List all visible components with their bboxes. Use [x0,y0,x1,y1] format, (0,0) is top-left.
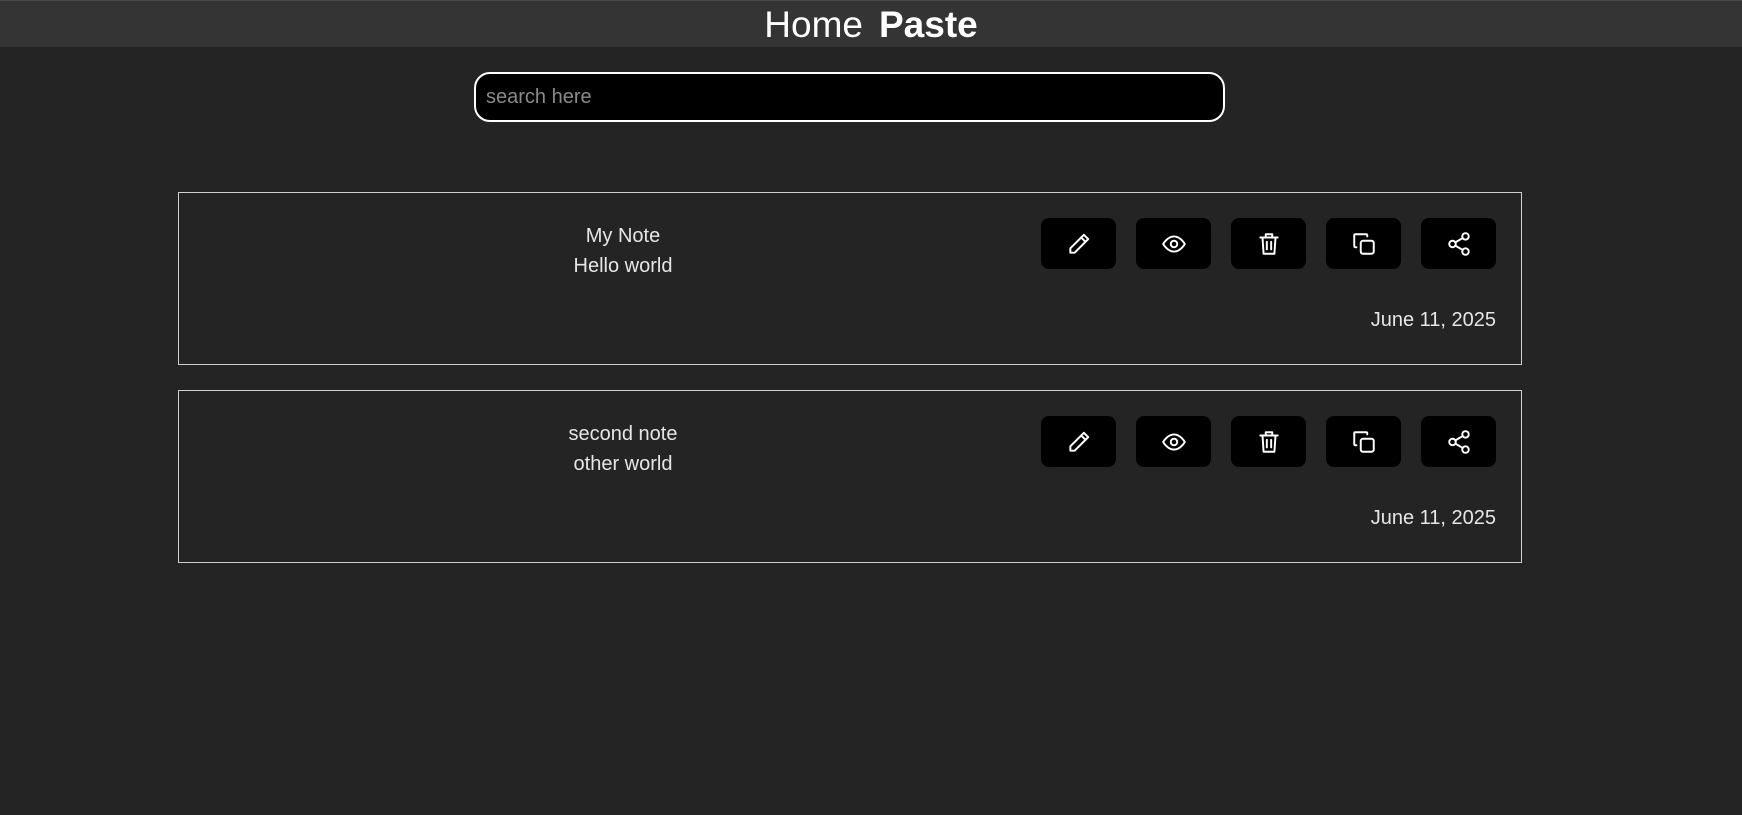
pencil-icon [1068,233,1089,254]
nav-home-link[interactable]: Home [764,1,863,48]
copy-icon [1352,232,1375,255]
note-card: second note other world June 11, 2025 [178,390,1522,563]
view-button[interactable] [1136,416,1211,467]
top-navbar: Home Paste [0,0,1742,47]
note-text: second note other world [179,419,1067,479]
edit-button[interactable] [1041,218,1116,269]
note-date: June 11, 2025 [1370,309,1496,331]
search-container [474,72,1225,122]
delete-button[interactable] [1231,218,1306,269]
search-input[interactable] [474,72,1225,122]
note-content: Hello world [573,255,673,277]
edit-button[interactable] [1041,416,1116,467]
note-title: My Note [585,225,661,247]
copy-button[interactable] [1326,218,1401,269]
share-icon [1447,429,1470,454]
pencil-icon [1068,431,1089,452]
share-button[interactable] [1421,416,1496,467]
eye-icon [1161,234,1186,253]
delete-button[interactable] [1231,416,1306,467]
view-button[interactable] [1136,218,1211,269]
trash-icon [1258,232,1279,255]
share-button[interactable] [1421,218,1496,269]
nav-paste-link[interactable]: Paste [879,1,978,48]
note-title: second note [568,423,678,445]
share-icon [1447,231,1470,256]
eye-icon [1161,432,1186,451]
notes-list: My Note Hello world June 11, 2025 second… [178,192,1522,588]
note-card: My Note Hello world June 11, 2025 [178,192,1522,365]
copy-button[interactable] [1326,416,1401,467]
note-actions [1041,416,1496,467]
note-text: My Note Hello world [179,221,1067,281]
note-actions [1041,218,1496,269]
trash-icon [1258,430,1279,453]
note-content: other world [573,453,673,475]
note-date: June 11, 2025 [1370,507,1496,529]
copy-icon [1352,430,1375,453]
